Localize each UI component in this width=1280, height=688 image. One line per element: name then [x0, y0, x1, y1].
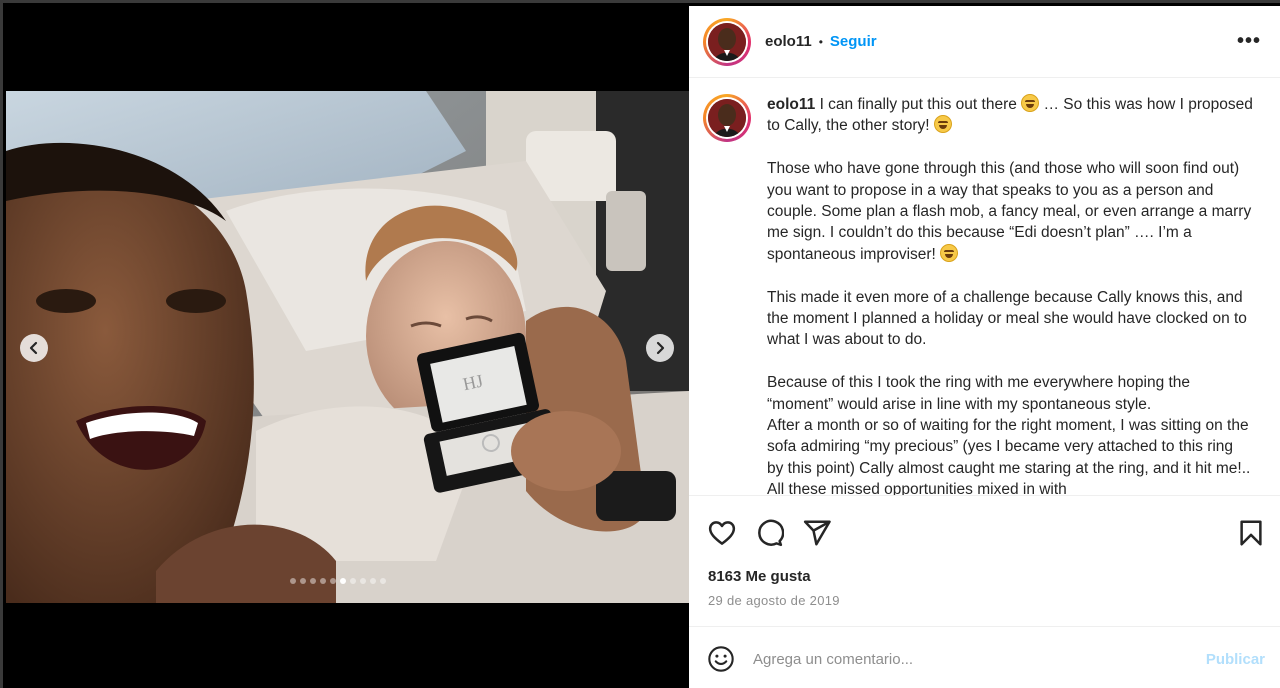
share-icon: [803, 520, 831, 546]
bookmark-icon: [1240, 520, 1262, 546]
post-username[interactable]: eolo11: [765, 33, 812, 50]
follow-button[interactable]: Seguir: [830, 33, 877, 50]
separator-dot: •: [818, 34, 823, 49]
caption-avatar[interactable]: [703, 94, 751, 142]
comment-button[interactable]: [754, 518, 785, 548]
carousel-dot: [290, 578, 296, 584]
caption-paragraph: Those who have gone through this (and th…: [767, 160, 1252, 263]
heart-icon: [708, 521, 736, 545]
carousel-indicator: [290, 578, 386, 584]
save-button[interactable]: [1236, 518, 1266, 548]
next-slide-button[interactable]: [646, 334, 674, 362]
caption-paragraph: After a month or so of waiting for the r…: [767, 417, 1251, 496]
chevron-left-icon: [29, 341, 38, 355]
chevron-right-icon: [656, 341, 665, 355]
publish-button[interactable]: Publicar: [1206, 651, 1265, 668]
post-date[interactable]: 29 de agosto de 2019: [708, 593, 840, 608]
emoji-icon[interactable]: [707, 645, 735, 673]
comment-bar: Publicar: [689, 626, 1280, 688]
comment-icon: [758, 519, 785, 547]
carousel-dot: [300, 578, 306, 584]
likes-count[interactable]: 8163 Me gusta: [708, 568, 811, 585]
comment-input[interactable]: [753, 650, 1173, 668]
svg-text:HJ: HJ: [461, 371, 485, 395]
carousel-dot: [370, 578, 376, 584]
post-modal: HJ eolo11 • Seguir ••• eolo11 I can fina…: [0, 0, 1280, 688]
caption-paragraph: This made it even more of a challenge be…: [767, 288, 1247, 349]
carousel-dot: [330, 578, 336, 584]
post-header: eolo11 • Seguir •••: [689, 6, 1280, 78]
more-options-icon[interactable]: •••: [1237, 30, 1261, 53]
like-button[interactable]: [707, 518, 737, 548]
post-actions: [689, 514, 1280, 554]
post-photo: HJ: [6, 91, 689, 603]
previous-slide-button[interactable]: [20, 334, 48, 362]
grinning-emoji-icon: [933, 115, 952, 134]
carousel-dot: [310, 578, 316, 584]
caption-paragraph: Because of this I took the ring with me …: [767, 374, 1191, 413]
carousel-dot: [350, 578, 356, 584]
post-side-panel: eolo11 • Seguir ••• eolo11 I can finally…: [689, 6, 1280, 688]
caption-line: I can finally put this out there: [819, 96, 1017, 113]
grinning-emoji-icon: [940, 243, 959, 262]
grinning-emoji-icon: [1021, 94, 1040, 112]
media-panel: HJ: [6, 6, 689, 688]
avatar-image: [708, 22, 746, 61]
share-button[interactable]: [802, 518, 832, 548]
carousel-dot: [320, 578, 326, 584]
carousel-dot: [360, 578, 366, 584]
carousel-dot: [380, 578, 386, 584]
avatar-image: [708, 99, 746, 137]
caption-text: eolo11 I can finally put this out there …: [767, 94, 1253, 496]
caption-scroll-area[interactable]: eolo11 I can finally put this out there …: [689, 79, 1280, 496]
caption-username[interactable]: eolo11: [767, 96, 815, 113]
avatar[interactable]: [703, 17, 751, 66]
carousel-dot: [340, 578, 346, 584]
